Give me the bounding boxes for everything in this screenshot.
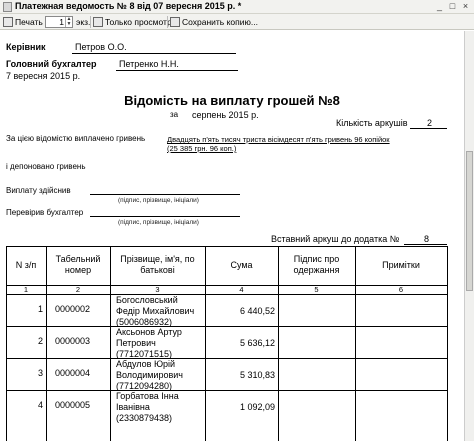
- inserted-sheet-line: [404, 244, 447, 245]
- employee-name-line1: Горбатова Інна: [116, 391, 179, 401]
- employee-name-line1: Богословський: [116, 295, 178, 305]
- toolbar: Печать 1 ▲ ▼ экз. Только просмотр Сохранит…: [0, 14, 474, 30]
- payer-signature-line: [90, 194, 240, 195]
- header-n: N з/п: [15, 260, 37, 270]
- stepper-arrows-icon[interactable]: ▲ ▼: [65, 17, 72, 27]
- payment-sum: 1 092,09: [239, 402, 275, 412]
- payment-sum: 5 636,12: [239, 338, 275, 348]
- inserted-sheet-value: 8: [424, 234, 430, 244]
- period-value: серпень 2015 р.: [192, 110, 259, 120]
- document-icon: [3, 2, 12, 12]
- employee-name-line2: Петрович: [116, 338, 156, 348]
- column-number: 6: [398, 285, 404, 294]
- payer-hint: (підпис, прізвище, ініціали): [118, 197, 199, 204]
- employee-name-line2: Федір Михайлович: [116, 306, 195, 316]
- print-label: Печать: [15, 17, 43, 27]
- column-number: 2: [75, 285, 81, 294]
- view-only-icon: [93, 17, 103, 27]
- column-number: 4: [239, 285, 244, 294]
- employee-name-line2: Іванівна: [116, 402, 150, 412]
- column-number: 3: [155, 285, 160, 294]
- paid-label: За цією відомістю виплачено гривень: [6, 134, 146, 143]
- save-copy-button[interactable]: Сохранить копию...: [170, 16, 258, 28]
- employee-name-line1: Абдулов Юрій: [116, 359, 176, 369]
- tab-number: 0000004: [55, 368, 91, 378]
- payer-label: Виплату здійснив: [6, 186, 71, 195]
- head-label: Керівник: [6, 42, 46, 52]
- head-line: [72, 53, 236, 54]
- toolbar-divider: [90, 16, 91, 28]
- row-number: 3: [37, 368, 43, 378]
- tab-number: 0000005: [55, 400, 91, 410]
- minimize-button[interactable]: _: [434, 1, 445, 12]
- tab-number: 0000002: [55, 304, 91, 314]
- row-number: 2: [37, 336, 43, 346]
- column-number: 5: [314, 285, 319, 294]
- inserted-sheet-label: Вставний аркуш до додатка №: [271, 234, 400, 244]
- accountant-line: [116, 70, 238, 71]
- header-notes: Примітки: [382, 260, 420, 270]
- accountant-label: Головний бухгалтер: [6, 59, 97, 69]
- sheets-line: [410, 128, 447, 129]
- row-number: 1: [37, 304, 43, 314]
- row-number: 4: [37, 400, 43, 410]
- document-date: 7 вересня 2015 р.: [6, 71, 81, 81]
- tab-number: 0000003: [55, 336, 91, 346]
- employee-name-line2: Володимирович: [116, 370, 183, 380]
- accountant-name: Петренко Н.Н.: [119, 59, 179, 69]
- window-titlebar[interactable]: Платежная ведомость № 8 від 07 вересня 2…: [0, 0, 474, 14]
- header-sum: Сума: [230, 260, 253, 270]
- header-full-name: Прізвище, ім'я, по батькові: [120, 254, 195, 275]
- save-copy-label: Сохранить копию...: [182, 17, 258, 27]
- checker-signature-line: [90, 216, 240, 217]
- column-number: 1: [23, 285, 29, 294]
- toolbar-divider: [167, 16, 168, 28]
- employee-tax-id: (2330879438): [116, 413, 173, 423]
- sheets-label: Кількість аркушів: [336, 118, 408, 128]
- period-prefix: за: [170, 110, 179, 119]
- copies-unit: экз.: [76, 17, 91, 27]
- copies-value: 1: [59, 17, 64, 27]
- employee-name-line1: Аксьонов Артур: [116, 327, 182, 337]
- payment-sum: 5 310,83: [239, 370, 275, 380]
- scrollbar-thumb[interactable]: [466, 151, 473, 291]
- printer-icon: [3, 17, 13, 27]
- view-only-label: Только просмотр: [105, 17, 172, 27]
- paid-amount-numbers: (25 385 грн. 96 коп.): [167, 144, 237, 153]
- print-button[interactable]: Печать: [3, 16, 43, 28]
- save-icon: [170, 17, 180, 27]
- sheets-value: 2: [427, 118, 433, 128]
- close-button[interactable]: ×: [460, 1, 471, 12]
- paid-amount-words: Двадцять п'ять тисяч триста вісімдесят п…: [167, 135, 390, 144]
- document-sheet: Керівник Петров О.О. Головний бухгалтер …: [0, 31, 464, 441]
- document-title: Відомість на виплату грошей №8: [124, 93, 340, 108]
- deposited-label: і депоновано гривень: [6, 162, 86, 171]
- payment-sum: 6 440,52: [239, 306, 275, 316]
- maximize-button[interactable]: □: [447, 1, 458, 12]
- copies-stepper[interactable]: 1 ▲ ▼: [45, 16, 73, 28]
- head-name: Петров О.О.: [75, 42, 127, 52]
- checker-label: Перевірив бухгалтер: [6, 208, 84, 217]
- view-only-toggle[interactable]: Только просмотр: [93, 16, 172, 28]
- vertical-scrollbar[interactable]: [464, 31, 474, 441]
- header-signature: Підпис про одержання: [293, 254, 340, 275]
- checker-hint: (підпис, прізвище, ініціали): [118, 219, 199, 226]
- window-title: Платежная ведомость № 8 від 07 вересня 2…: [15, 1, 242, 11]
- header-tab-number: Табельний номер: [55, 254, 101, 275]
